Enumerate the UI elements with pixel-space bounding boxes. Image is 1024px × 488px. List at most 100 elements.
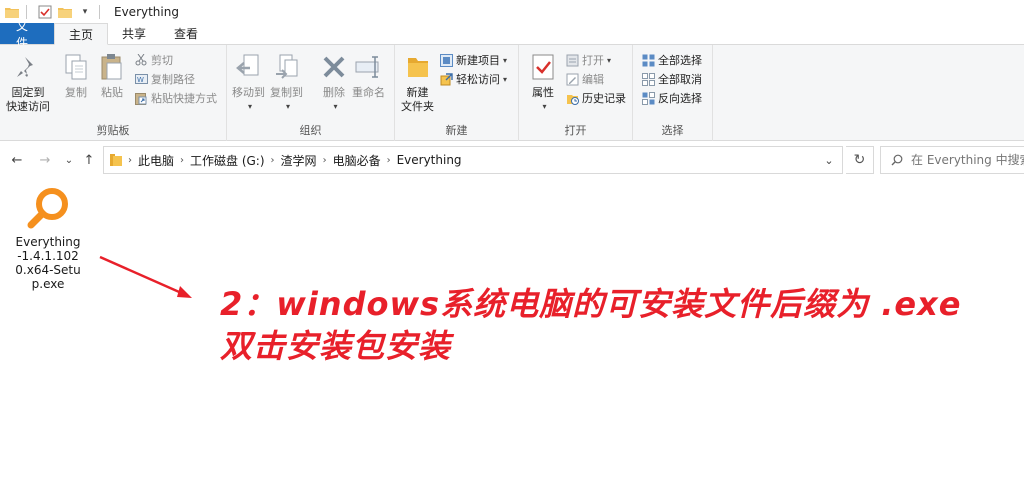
cut-button[interactable]: 剪切: [134, 51, 173, 69]
annotation: 2：windows系统电脑的可安装文件后缀为 .exe 双击安装包安装: [220, 283, 961, 367]
paste-icon: [96, 51, 128, 83]
address-history-chevron-icon[interactable]: ⌄: [818, 151, 840, 169]
breadcrumb-drive[interactable]: 工作磁盘 (G:): [190, 152, 265, 169]
new-item-icon: [439, 53, 453, 67]
new-folder-quick-icon[interactable]: [57, 4, 73, 20]
rename-label: 重命名: [352, 86, 385, 99]
edit-button[interactable]: 编辑: [565, 70, 604, 88]
select-group: 全部选择 全部取消 反向选择 选择: [633, 45, 713, 141]
search-box[interactable]: [880, 146, 1024, 174]
new-group: 新建 文件夹 新建项目 ▾ 轻松访问 ▾ 新建: [395, 45, 519, 141]
annotation-arrow: [99, 255, 192, 298]
ribbon-tabs: 文件 主页 共享 查看: [0, 19, 1024, 50]
paste-shortcut-button[interactable]: 粘贴快捷方式: [134, 89, 217, 107]
select-group-label: 选择: [661, 124, 684, 137]
properties-label: 属性: [532, 86, 554, 99]
breadcrumb-separator[interactable]: ›: [271, 155, 275, 166]
search-input[interactable]: [911, 153, 1024, 167]
organize-group-label: 组织: [299, 124, 322, 137]
paste-label: 粘贴: [101, 86, 123, 99]
copy-label: 复制: [65, 86, 87, 99]
open-dropdown-icon: ▾: [607, 55, 612, 65]
tab-share[interactable]: 共享: [108, 23, 160, 44]
select-all-button[interactable]: 全部选择: [641, 51, 702, 69]
forward-arrow-icon[interactable]: →: [36, 151, 54, 169]
new-folder-button[interactable]: 新建 文件夹: [401, 51, 434, 114]
invert-selection-button[interactable]: 反向选择: [641, 89, 702, 107]
open-icon: [565, 53, 579, 67]
copy-to-dropdown-icon: ▾: [285, 102, 290, 111]
search-icon: [891, 154, 903, 166]
easy-access-label: 轻松访问: [456, 73, 500, 86]
breadcrumb-separator[interactable]: ›: [323, 155, 327, 166]
breadcrumb-current-folder[interactable]: Everything: [397, 153, 462, 167]
back-arrow-icon[interactable]: ←: [8, 151, 26, 169]
select-all-icon: [641, 53, 655, 67]
ribbon: 固定到 快速访问 复制 粘贴 剪切 W 复制路径 粘贴快捷方式 剪贴板 移动到 …: [0, 45, 1024, 141]
move-to-dropdown-icon: ▾: [247, 102, 252, 111]
new-group-label: 新建: [445, 124, 468, 137]
pin-label-2: 快速访问: [6, 100, 50, 113]
tab-file[interactable]: 文件: [0, 19, 54, 50]
breadcrumb-folder-1[interactable]: 渣学网: [281, 152, 317, 169]
svg-text:W: W: [137, 76, 144, 84]
refresh-icon[interactable]: ↻: [846, 146, 874, 174]
paste-shortcut-icon: [134, 91, 148, 105]
tab-home[interactable]: 主页: [54, 23, 109, 45]
paste-button[interactable]: 粘贴: [96, 51, 128, 100]
pin-label-1: 固定到: [11, 86, 45, 99]
new-folder-label-1: 新建: [406, 86, 429, 99]
properties-check-icon[interactable]: [37, 4, 53, 20]
address-bar[interactable]: › 此电脑 › 工作磁盘 (G:) › 渣学网 › 电脑必备 › Everyth…: [103, 146, 843, 174]
copy-to-button[interactable]: 复制到 ▾: [270, 51, 303, 114]
breadcrumb-this-pc[interactable]: 此电脑: [138, 152, 174, 169]
breadcrumb-folder-2[interactable]: 电脑必备: [333, 152, 381, 169]
select-none-button[interactable]: 全部取消: [641, 70, 702, 88]
recent-locations-chevron-icon[interactable]: ⌄: [60, 151, 78, 169]
edit-pencil-icon: [565, 72, 579, 86]
history-label: 历史记录: [582, 92, 626, 105]
breadcrumb-separator[interactable]: ›: [180, 155, 184, 166]
new-item-dropdown-icon: ▾: [503, 55, 508, 65]
title-separator: [99, 4, 100, 19]
clipboard-group-label: 剪贴板: [96, 124, 130, 137]
delete-label: 删除: [323, 86, 345, 99]
file-list-area[interactable]: Everything -1.4.1.102 0.x64-Setu p.exe 2…: [0, 179, 1024, 488]
copy-path-label: 复制路径: [151, 73, 195, 86]
copy-button[interactable]: 复制: [60, 51, 92, 100]
move-to-label: 移动到: [232, 86, 265, 99]
open-label: 打开: [582, 54, 604, 67]
invert-selection-label: 反向选择: [658, 92, 702, 105]
history-button[interactable]: 历史记录: [565, 89, 626, 107]
properties-icon: [527, 51, 559, 83]
delete-dropdown-icon: ▾: [333, 102, 338, 111]
tab-view[interactable]: 查看: [160, 23, 212, 44]
open-group: 属性 ▾ 打开 ▾ 编辑 历史记录 打开: [519, 45, 633, 141]
delete-button[interactable]: 删除 ▾: [318, 51, 350, 114]
easy-access-button[interactable]: 轻松访问 ▾: [439, 70, 507, 88]
move-to-button[interactable]: 移动到 ▾: [232, 51, 265, 114]
rename-icon: [353, 51, 385, 83]
rename-button[interactable]: 重命名: [352, 51, 385, 100]
open-button[interactable]: 打开 ▾: [565, 51, 611, 69]
title-bar: ▾ Everything: [0, 0, 1024, 23]
up-arrow-icon[interactable]: ↑: [80, 151, 98, 169]
copy-icon: [60, 51, 92, 83]
easy-access-icon: [439, 72, 453, 86]
history-icon: [565, 91, 579, 105]
customize-dropdown-icon[interactable]: ▾: [77, 4, 93, 20]
scissors-icon: [134, 53, 148, 67]
invert-selection-icon: [641, 91, 655, 105]
annotation-line-2: 双击安装包安装: [220, 327, 452, 365]
easy-access-dropdown-icon: ▾: [503, 74, 508, 84]
properties-dropdown-icon: ▾: [542, 102, 547, 111]
breadcrumb-separator: ›: [128, 154, 132, 166]
breadcrumb-separator[interactable]: ›: [387, 155, 391, 166]
pin-icon: [12, 51, 44, 83]
pin-quick-access-button[interactable]: 固定到 快速访问: [6, 51, 50, 114]
new-item-button[interactable]: 新建项目 ▾: [439, 51, 507, 69]
properties-button[interactable]: 属性 ▾: [527, 51, 559, 114]
delete-x-icon: [318, 51, 350, 83]
edit-label: 编辑: [582, 73, 604, 86]
copy-path-button[interactable]: W 复制路径: [134, 70, 195, 88]
